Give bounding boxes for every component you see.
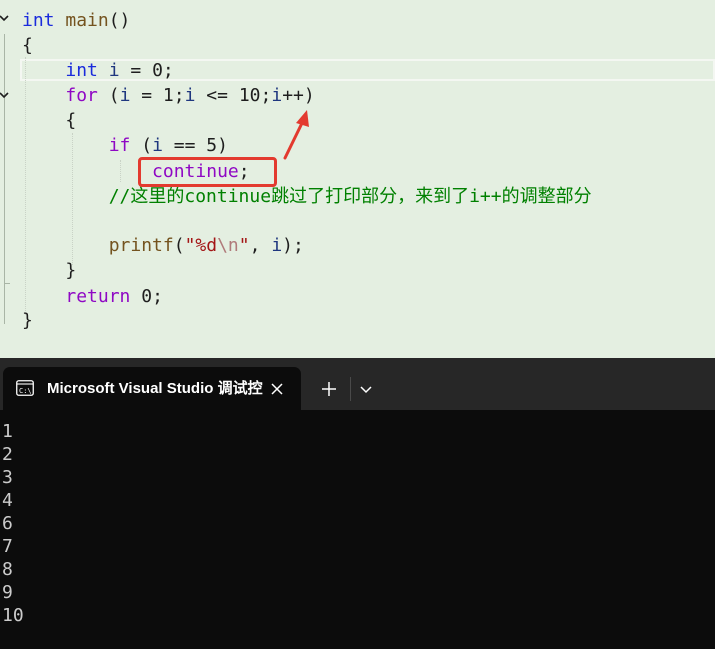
close-icon[interactable]: [268, 380, 286, 398]
svg-text:C:\: C:\: [19, 387, 32, 395]
output-line: 3: [2, 467, 13, 488]
output-line: 9: [2, 582, 13, 603]
output-line: 10: [2, 605, 24, 626]
increment-variable: i: [271, 85, 283, 106]
output-line: 1: [2, 421, 13, 442]
keyword-int: int: [22, 10, 55, 31]
code-line-10: printf("%d\n", i);: [108, 235, 304, 256]
code-line-8: //这里的continue跳过了打印部分，来到了i++的调整部分: [22, 184, 592, 209]
outlining-line: [4, 34, 5, 324]
function-main: main: [65, 10, 109, 31]
keyword-for: for: [65, 85, 98, 106]
collapse-for-chevron-icon[interactable]: [0, 90, 9, 100]
code-line-11: }: [65, 260, 77, 281]
keyword-return: return: [65, 286, 131, 307]
outlining-end-tick: [4, 283, 10, 284]
terminal-output[interactable]: 1 2 3 4 6 7 8 9 10: [0, 410, 715, 649]
code-editor[interactable]: int main() { int i = 0; for (i = 1;i <= …: [0, 0, 715, 358]
code-line-13: }: [22, 310, 33, 331]
function-printf: printf: [108, 235, 174, 256]
code-line-4: for (i = 1;i <= 10;i++): [65, 85, 315, 106]
output-line: 2: [2, 444, 13, 465]
tab-bar-divider: [350, 377, 351, 401]
chevron-down-icon[interactable]: [358, 381, 374, 397]
keyword-if: if: [108, 135, 131, 156]
output-line: 8: [2, 559, 13, 580]
plus-icon[interactable]: [319, 379, 339, 399]
code-line-12: return 0;: [65, 286, 163, 307]
output-line: 7: [2, 536, 13, 557]
keyword-int: int: [65, 60, 98, 81]
annotation-highlight-box: [138, 157, 277, 187]
code-line-6: if (i == 5): [108, 135, 228, 156]
code-comment: //这里的continue跳过了打印部分，来到了i++的调整部分: [108, 186, 592, 207]
output-line: 4: [2, 490, 13, 511]
format-string: "%d: [184, 235, 218, 256]
console-icon: C:\: [16, 380, 34, 396]
collapse-main-chevron-icon[interactable]: [0, 13, 9, 23]
code-line-2: {: [22, 35, 33, 56]
code-line-3: int i = 0;: [65, 60, 174, 81]
code-line-1: int main(): [22, 10, 131, 31]
terminal-tab-title: Microsoft Visual Studio 调试控: [47, 380, 263, 397]
output-line: 6: [2, 513, 13, 534]
code-line-5: {: [65, 110, 77, 131]
